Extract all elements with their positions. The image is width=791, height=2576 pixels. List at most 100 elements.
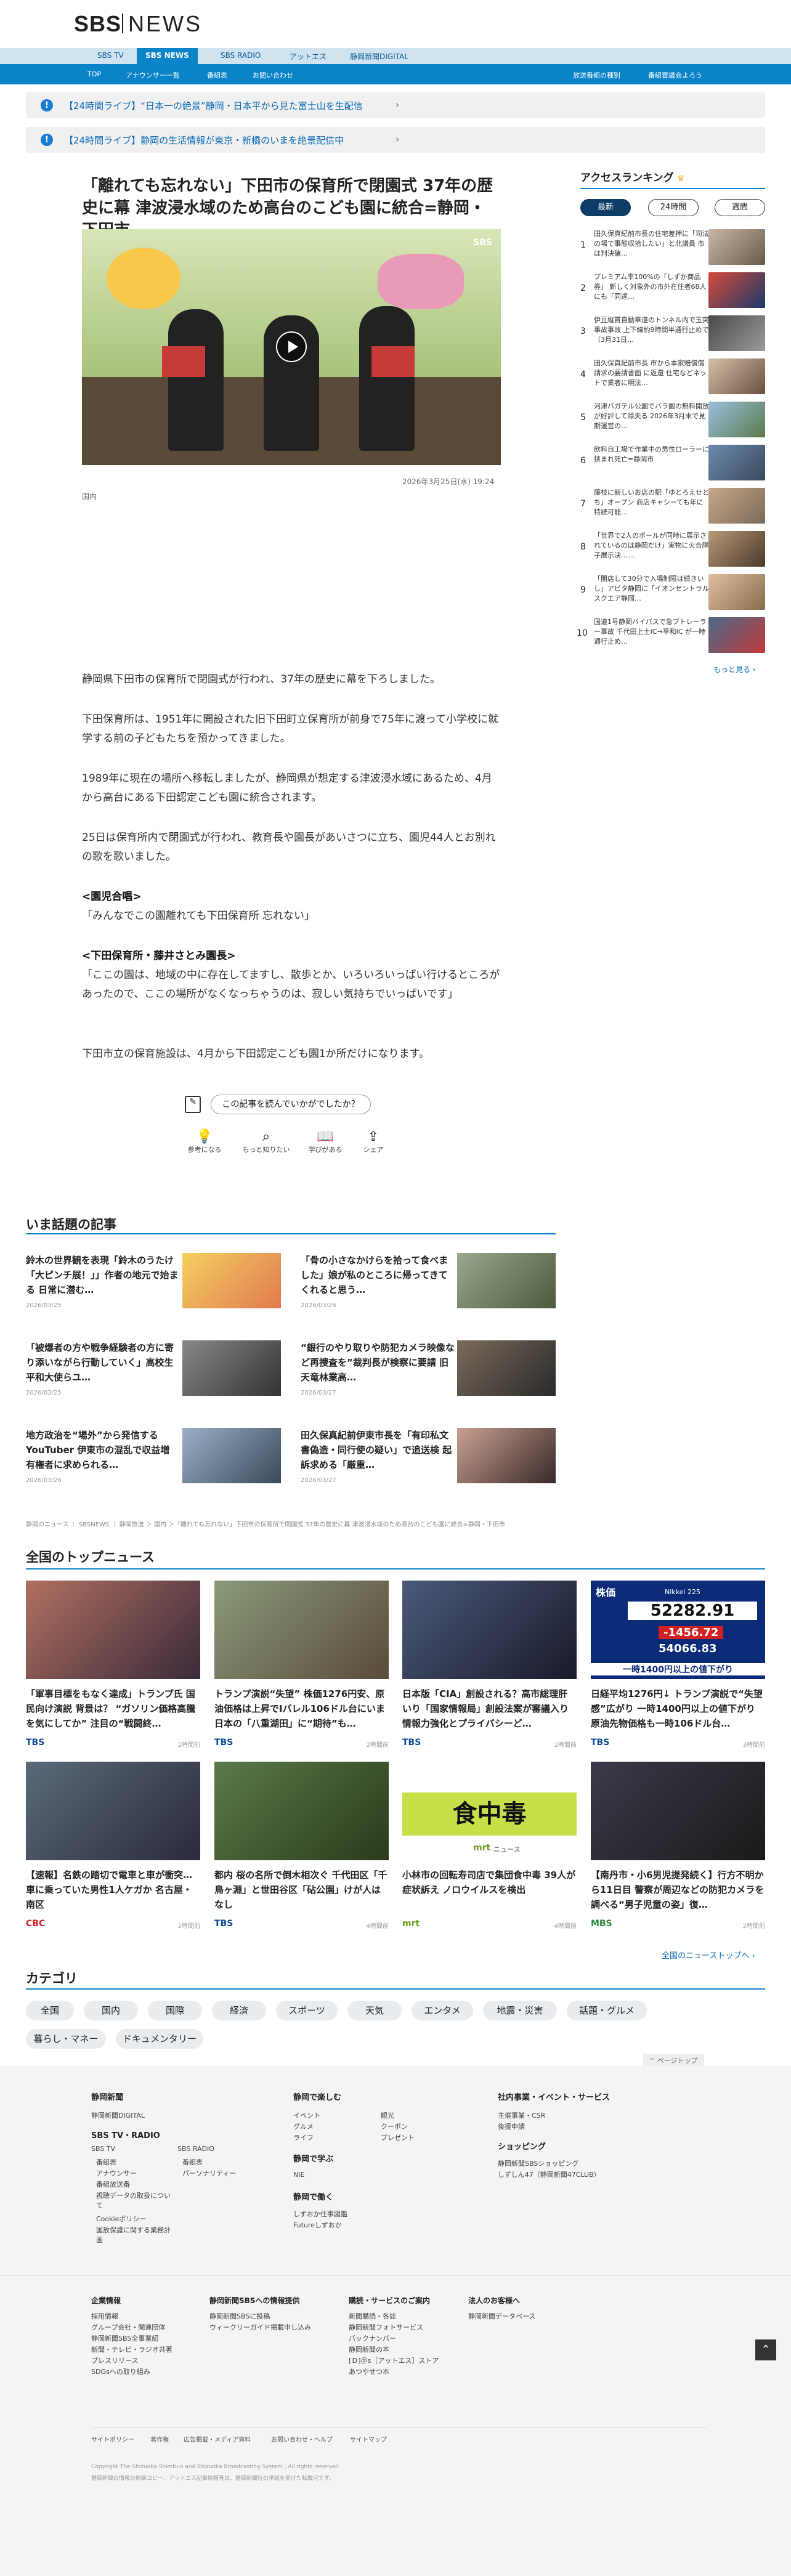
footer-link[interactable]: 静岡新聞SBS全事業紹: [91, 2333, 158, 2343]
ranking-item[interactable]: 5 河津バガテル公園でバラ園の無料開放が好評して除夫る 2026年3月末で見期運営…: [580, 402, 765, 441]
footer-copyright-link[interactable]: 著作権: [150, 2434, 169, 2444]
ranking-item[interactable]: 10 国道1号静岡バイパスで急ブトレーラー事故 千代田上土IC→平和IC が一時通…: [577, 617, 765, 657]
category-entertainment[interactable]: エンタメ: [412, 2001, 473, 2020]
footer-sitemap-link[interactable]: サイトマップ: [350, 2434, 387, 2444]
reaction-know-more[interactable]: ⌕ もっと知りたい: [235, 1129, 297, 1154]
topic-item[interactable]: 「被爆者の方や戦争経験者の方に寄り添いながら行動していく」高校生平和大使らユ… 2…: [26, 1340, 285, 1402]
topnews-more-link[interactable]: 全国のニューストップへ ›: [662, 1949, 755, 1961]
topnav-sbs-news[interactable]: SBS NEWS: [137, 48, 198, 64]
ranking-item[interactable]: 4 田久保真紀前市長 市から本家賠償償請求の要請書面 に返還 住宅などネットで業者…: [580, 358, 765, 398]
ranking-item[interactable]: 2 プレミアム率100%の「しずか商品券」 新しく対象外の市外在住者68人にも「同…: [580, 272, 765, 312]
category-domestic[interactable]: 国内: [84, 2001, 138, 2020]
footer-link[interactable]: イベント: [293, 2110, 320, 2120]
subnav-contact[interactable]: お問い合わせ: [253, 70, 293, 80]
subnav-announcers[interactable]: アナウンサー一覧: [126, 70, 180, 80]
ranking-tab-weekly[interactable]: 週間: [715, 199, 765, 216]
category-international[interactable]: 国際: [148, 2001, 202, 2020]
topic-item[interactable]: 田久保真紀前伊東市長を「有印私文書偽造・同行使の疑い」で追送検 起訴求める「厳重…: [301, 1428, 559, 1489]
live-banner-2[interactable]: ! 【24時間ライブ】静岡の生活情報が東京・新橋のいまを絶景配信中 ›: [26, 127, 765, 153]
play-button-icon[interactable]: [276, 331, 307, 362]
footer-link[interactable]: バックナンバー: [349, 2333, 396, 2343]
footer-link[interactable]: 新聞購読・各誌: [349, 2311, 396, 2321]
topic-item[interactable]: “銀行のやり取りや防犯カメラ映像など再捜査を”裁判長が検察に要請 旧天竜林業高……: [301, 1340, 559, 1402]
footer-link[interactable]: 国放保護に関する業務計画: [96, 2225, 176, 2245]
footer-help-link[interactable]: お問い合わせ・ヘルプ: [271, 2434, 333, 2444]
footer-link[interactable]: SDGsへの取り組み: [91, 2367, 150, 2376]
subnav-top[interactable]: TOP: [87, 70, 101, 78]
footer-link[interactable]: 静岡新聞DIGITAL: [91, 2110, 145, 2120]
footer-link[interactable]: しずしん47（静岡新聞47CLUB）: [498, 2169, 601, 2179]
live-banner-1[interactable]: ! 【24時間ライブ】“日本一の絶景”静岡・日本平から見た富士山を生配信 ›: [26, 92, 765, 118]
category-weather[interactable]: 天気: [347, 2001, 402, 2020]
footer-link[interactable]: [Ｄ]＠s［アットエス］ストア: [349, 2355, 439, 2365]
topic-item[interactable]: 地方政治を“場外”から発信するYouTuber 伊東市の混乱で収益増 有権者に求…: [26, 1428, 285, 1489]
category-disaster[interactable]: 地震・災害: [483, 2001, 557, 2020]
category-national[interactable]: 全国: [26, 2001, 74, 2020]
footer-link[interactable]: SBS TV: [91, 2145, 115, 2153]
footer-link[interactable]: 観光: [381, 2110, 394, 2120]
reaction-useful[interactable]: 💡 参考になる: [182, 1129, 227, 1154]
footer-link[interactable]: NIE: [293, 2171, 304, 2179]
topic-item[interactable]: 「骨の小さなかけらを拾って食べました」娘が私のところに帰ってきてくれると思う… 2…: [301, 1253, 559, 1314]
topic-item[interactable]: 鈴木の世界観を表現「鈴木のうたけ「大ピンチ展！」」作者の地元で始まる 日常に潜む…: [26, 1253, 285, 1314]
topnav-sbs-radio[interactable]: SBS RADIO: [221, 51, 261, 60]
footer-policy-link[interactable]: サイトポリシー: [91, 2434, 134, 2444]
footer-link[interactable]: 主催事業・CSR: [498, 2110, 545, 2120]
footer-link[interactable]: あつやせつ本: [349, 2367, 389, 2376]
reaction-share[interactable]: ⇪ シェア: [355, 1129, 392, 1154]
category-economy[interactable]: 経済: [212, 2001, 266, 2020]
site-logo[interactable]: SBS NEWS: [74, 11, 200, 38]
ranking-tab-24h[interactable]: 24時間: [648, 199, 699, 216]
footer-ads-link[interactable]: 広告掲載・メディア資料: [184, 2434, 251, 2444]
footer-link[interactable]: ウィークリーガイド掲載申し込み: [209, 2322, 311, 2332]
footer-link[interactable]: 静岡新聞データベース: [468, 2311, 535, 2321]
footer-link[interactable]: 新聞・テレビ・ラジオ共著: [91, 2344, 172, 2354]
footer-link[interactable]: プレスリリース: [91, 2355, 138, 2365]
ranking-item[interactable]: 3 伊豆縦貫自動車道のトンネル内で玉突事故事故 上下線約9時間半通行止めで（3月3…: [580, 315, 765, 355]
footer-link[interactable]: アナウンサー: [96, 2168, 137, 2178]
footer-link[interactable]: 静岡新聞の本: [349, 2344, 389, 2354]
article-category[interactable]: 国内: [82, 491, 97, 501]
footer-link[interactable]: Futureしずおか: [293, 2220, 342, 2230]
footer-link[interactable]: グルメ: [293, 2121, 314, 2131]
footer-link[interactable]: Cookieポリシー: [96, 2214, 146, 2224]
category-gourmet[interactable]: 話題・グルメ: [567, 2001, 647, 2020]
ranking-item[interactable]: 1 田久保真紀前市長の住宅差押に「司法の場で事態収拾したい」と北議員 市は判決確…: [580, 229, 765, 269]
footer-link[interactable]: 静岡新聞SBSに投稿: [209, 2311, 270, 2321]
footer-link[interactable]: プレゼント: [381, 2132, 415, 2142]
ranking-tab-latest[interactable]: 最新: [580, 199, 631, 216]
topnav-atto-s[interactable]: アットエス: [290, 51, 327, 62]
subnav-schedule[interactable]: 番組表: [207, 70, 227, 80]
footer-link[interactable]: パーソナリティー: [182, 2168, 236, 2178]
footer-link[interactable]: 静岡新聞SBSショッピング: [498, 2158, 578, 2168]
footer-link[interactable]: 採用情報: [91, 2311, 118, 2321]
ranking-item[interactable]: 7 藤枝に新しいお店の駅「ゆとろえせとち」オープン 商店キャシーても年に特続可能…: [580, 488, 765, 527]
topnav-shizuoka-digital[interactable]: 静岡新聞DIGITAL: [350, 51, 408, 62]
ranking-item[interactable]: 9 「開店して30分で入場制限は続きいし」アピタ静岡に「イオンセントラルスクエア静…: [580, 574, 765, 614]
ranking-more-link[interactable]: もっと見る ›: [713, 664, 756, 674]
ranking-item[interactable]: 6 飲料自工場で作業中の男性ローラーに挟まれ死亡=静岡市: [580, 445, 765, 484]
subnav-council[interactable]: 番組審議会よろう: [648, 70, 702, 80]
footer-link[interactable]: 視聴データの取扱について: [96, 2190, 176, 2210]
footer-link[interactable]: SBS RADIO: [177, 2145, 214, 2153]
topnav-sbs-tv[interactable]: SBS TV: [97, 51, 124, 60]
footer-link[interactable]: しずおか仕事図鑑: [293, 2209, 347, 2219]
ranking-item[interactable]: 8 「世界で2人のボールが同時に展示されているのは静岡だけ」実物に火合隊子展示決……: [580, 531, 765, 570]
footer-link[interactable]: 番組放送番: [96, 2179, 130, 2189]
category-living[interactable]: 暮らし・マネー: [26, 2029, 106, 2049]
page-top-button[interactable]: ⌃ ページトップ: [643, 2054, 704, 2067]
footer-link[interactable]: クーポン: [381, 2121, 408, 2131]
footer-link[interactable]: 静岡新聞フォトサービス: [349, 2322, 423, 2332]
footer-link[interactable]: 番組表: [96, 2157, 116, 2167]
category-sports[interactable]: スポーツ: [276, 2001, 338, 2020]
article-photo[interactable]: SBS: [82, 229, 501, 465]
scroll-top-button[interactable]: ⌃: [755, 2339, 776, 2360]
footer-link[interactable]: 後援申請: [498, 2121, 525, 2131]
breadcrumb[interactable]: 静岡のニュース ｜ SBSNEWS ｜ 静岡放送 ＞ 国内 ＞「離れても忘れない…: [26, 1519, 765, 1528]
footer-link[interactable]: グループ会社・関連団体: [91, 2322, 165, 2332]
reaction-learn[interactable]: 📖 学びがある: [301, 1129, 350, 1154]
footer-link[interactable]: ライフ: [293, 2132, 314, 2142]
footer-link[interactable]: 番組表: [182, 2157, 203, 2167]
subnav-program-type[interactable]: 放送番組の種別: [573, 70, 620, 80]
category-documentary[interactable]: ドキュメンタリー: [116, 2029, 203, 2049]
